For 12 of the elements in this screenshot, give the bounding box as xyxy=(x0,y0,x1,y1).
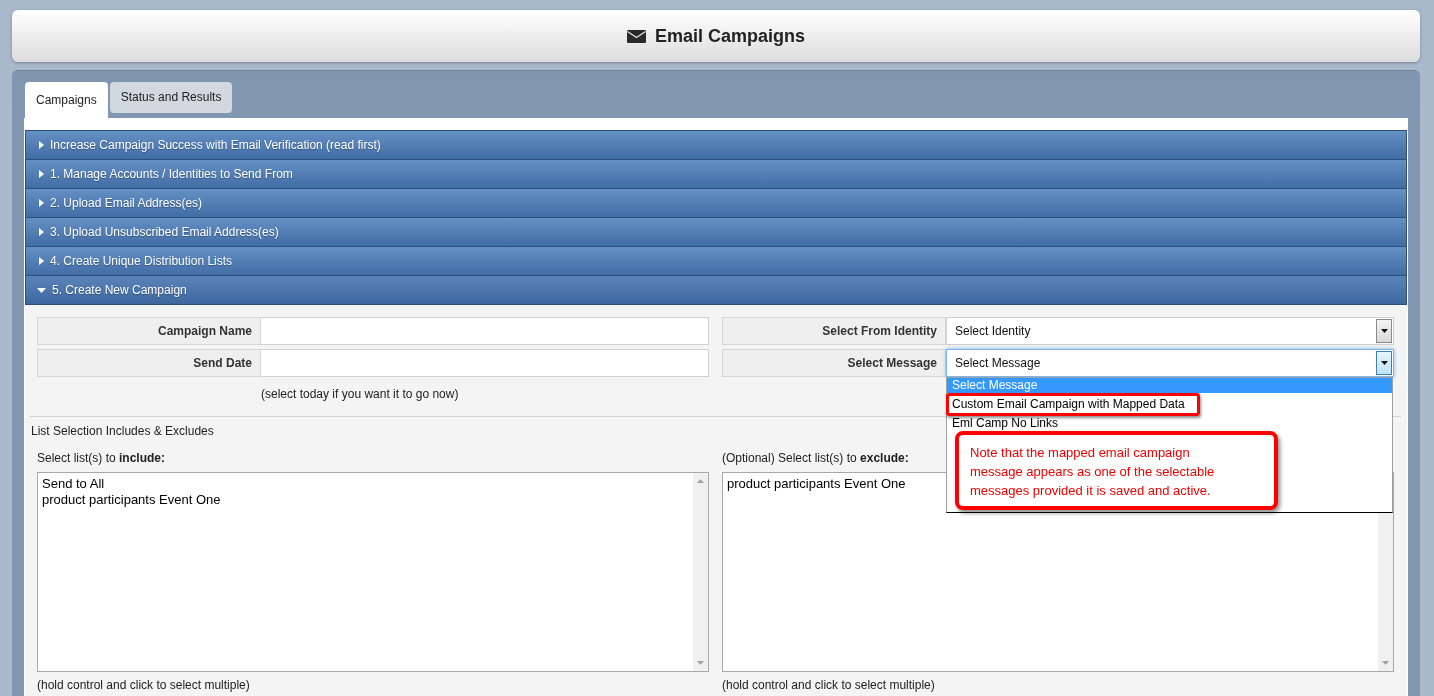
field-label: Select From Identity xyxy=(722,317,946,345)
field-label: Campaign Name xyxy=(37,317,261,345)
list-label: Select list(s) to include: xyxy=(37,451,166,465)
callout-note: Note that the mapped email campaign message appears as one of the selectable messages provided it is saved and active. xyxy=(955,431,1278,510)
hint-text: (hold control and click to select multiple) xyxy=(37,678,250,692)
hint-text: (hold control and click to select multiple) xyxy=(722,678,935,692)
field-label: Send Date xyxy=(37,349,261,377)
field-label: Select Message xyxy=(722,349,946,377)
hint-text: (select today if you want it to go now) xyxy=(261,387,459,401)
group-title: List Selection Includes & Excludes xyxy=(31,424,214,438)
list-label: (Optional) Select list(s) to exclude: xyxy=(722,451,909,465)
page-title: Email Campaigns xyxy=(654,25,805,47)
